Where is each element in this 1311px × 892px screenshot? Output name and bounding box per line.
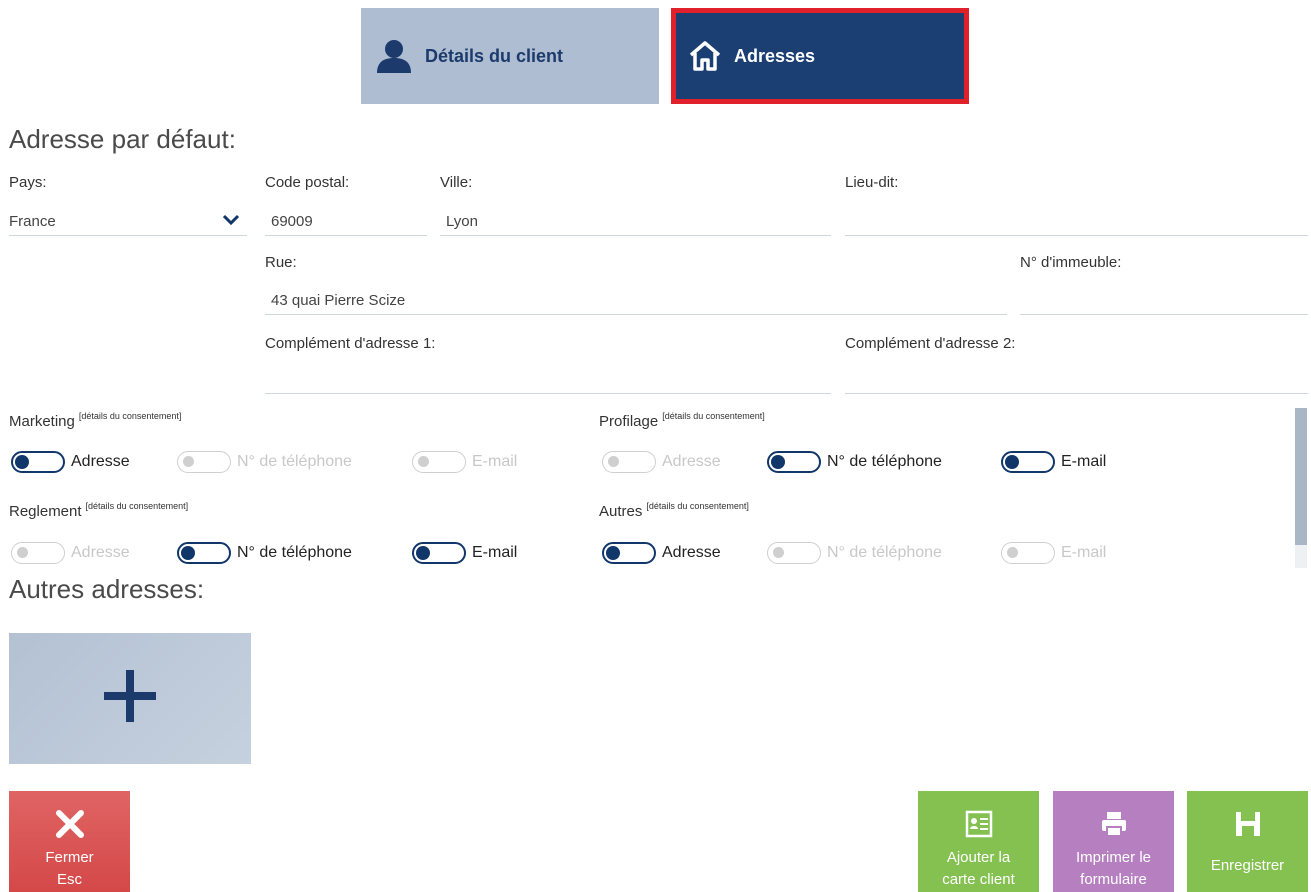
close-button-label: Fermer xyxy=(45,849,94,866)
plus-icon xyxy=(100,666,160,731)
consents-scrollbar[interactable] xyxy=(1295,408,1307,568)
toggle-switch[interactable] xyxy=(177,542,231,564)
tab-customer-details-label: Détails du client xyxy=(425,45,564,66)
city-label: Ville: xyxy=(440,174,473,191)
consent-title-regulation: Reglement xyxy=(9,503,82,520)
toggle-switch[interactable] xyxy=(412,542,466,564)
toggle-label: Adresse xyxy=(662,453,721,470)
toggle-label: Adresse xyxy=(71,453,130,470)
print-form-button[interactable]: Imprimer le formulaire xyxy=(1053,791,1174,892)
consent-details-link-others[interactable]: [détails du consentement] xyxy=(646,501,749,511)
building-number-label: N° d'immeuble: xyxy=(1020,254,1122,271)
toggle-switch[interactable] xyxy=(11,542,65,564)
toggle-label: Adresse xyxy=(71,544,130,561)
chevron-down-icon xyxy=(222,213,240,230)
add-address-button[interactable] xyxy=(9,633,251,764)
toggle-regulation-phone[interactable]: N° de téléphone xyxy=(177,542,352,564)
add-customer-card-button[interactable]: Ajouter la carte client xyxy=(918,791,1039,892)
consent-group-marketing: Marketing [détails du consentement] xyxy=(9,411,182,430)
complement2-label: Complément d'adresse 2: xyxy=(845,335,1016,352)
consent-group-others: Autres [détails du consentement] xyxy=(599,501,749,520)
toggle-marketing-address[interactable]: Adresse xyxy=(11,451,130,473)
toggle-regulation-address[interactable]: Adresse xyxy=(11,542,130,564)
printer-icon xyxy=(1099,807,1129,841)
consent-details-link-regulation[interactable]: [détails du consentement] xyxy=(86,501,189,511)
toggle-switch[interactable] xyxy=(1001,542,1055,564)
consent-details-link-profiling[interactable]: [détails du consentement] xyxy=(662,411,765,421)
consent-title-profiling: Profilage xyxy=(599,413,659,430)
print-form-label-line2: formulaire xyxy=(1080,871,1147,888)
toggle-label: N° de téléphone xyxy=(827,453,942,470)
toggle-profiling-phone[interactable]: N° de téléphone xyxy=(767,451,942,473)
user-icon xyxy=(375,39,413,73)
toggle-switch[interactable] xyxy=(11,451,65,473)
toggle-label: E-mail xyxy=(472,453,518,470)
consent-group-regulation: Reglement [détails du consentement] xyxy=(9,501,189,520)
add-customer-card-label-line1: Ajouter la xyxy=(946,849,1011,866)
complement1-label: Complément d'adresse 1: xyxy=(265,335,436,352)
close-icon xyxy=(55,807,85,841)
country-select[interactable]: France xyxy=(9,208,247,236)
other-addresses-title: Autres adresses: xyxy=(9,574,205,604)
close-button-shortcut: Esc xyxy=(56,871,82,888)
postal-code-input[interactable] xyxy=(265,208,427,236)
toggle-label: N° de téléphone xyxy=(237,453,352,470)
consent-title-others: Autres xyxy=(599,503,643,520)
locality-input[interactable] xyxy=(845,208,1308,236)
toggle-marketing-phone[interactable]: N° de téléphone xyxy=(177,451,352,473)
country-value: France xyxy=(9,213,56,230)
building-number-input[interactable] xyxy=(1020,287,1308,315)
street-label: Rue: xyxy=(265,254,297,271)
city-input[interactable] xyxy=(440,208,831,236)
toggle-marketing-email[interactable]: E-mail xyxy=(412,451,517,473)
toggle-switch[interactable] xyxy=(767,542,821,564)
consent-title-marketing: Marketing xyxy=(9,413,75,430)
toggle-label: N° de téléphone xyxy=(237,544,352,561)
postal-code-label: Code postal: xyxy=(265,174,350,191)
toggle-switch[interactable] xyxy=(177,451,231,473)
street-input[interactable] xyxy=(265,287,1007,315)
save-button[interactable]: Enregistrer xyxy=(1187,791,1308,892)
toggle-others-phone[interactable]: N° de téléphone xyxy=(767,542,942,564)
tab-addresses-label: Adresses xyxy=(734,45,816,66)
toggle-switch[interactable] xyxy=(1001,451,1055,473)
locality-label: Lieu-dit: xyxy=(845,174,899,191)
tab-customer-details[interactable]: Détails du client xyxy=(361,8,659,104)
home-icon xyxy=(688,40,722,72)
toggle-label: E-mail xyxy=(1061,544,1107,561)
toggle-switch[interactable] xyxy=(767,451,821,473)
toggle-profiling-email[interactable]: E-mail xyxy=(1001,451,1106,473)
toggle-label: N° de téléphone xyxy=(827,544,942,561)
scrollbar-thumb[interactable] xyxy=(1295,408,1307,545)
floppy-disk-icon xyxy=(1233,807,1263,841)
id-card-icon xyxy=(964,807,994,841)
country-label: Pays: xyxy=(9,174,47,191)
toggle-label: E-mail xyxy=(1061,453,1107,470)
complement2-input[interactable] xyxy=(845,366,1308,394)
toggle-label: Adresse xyxy=(662,544,721,561)
save-button-label: Enregistrer xyxy=(1210,857,1285,874)
close-button[interactable]: Fermer Esc xyxy=(9,791,130,892)
toggle-profiling-address[interactable]: Adresse xyxy=(602,451,721,473)
consent-group-profiling: Profilage [détails du consentement] xyxy=(599,411,765,430)
add-customer-card-label-line2: carte client xyxy=(942,871,1015,888)
default-address-title: Adresse par défaut: xyxy=(9,124,236,154)
toggle-switch[interactable] xyxy=(412,451,466,473)
toggle-switch[interactable] xyxy=(602,451,656,473)
toggle-others-address[interactable]: Adresse xyxy=(602,542,721,564)
toggle-label: E-mail xyxy=(472,544,518,561)
toggle-others-email[interactable]: E-mail xyxy=(1001,542,1106,564)
toggle-switch[interactable] xyxy=(602,542,656,564)
toggle-regulation-email[interactable]: E-mail xyxy=(412,542,517,564)
complement1-input[interactable] xyxy=(265,366,831,394)
tab-addresses[interactable]: Adresses xyxy=(671,8,969,104)
print-form-label-line1: Imprimer le xyxy=(1075,849,1151,866)
consent-details-link-marketing[interactable]: [détails du consentement] xyxy=(79,411,182,421)
